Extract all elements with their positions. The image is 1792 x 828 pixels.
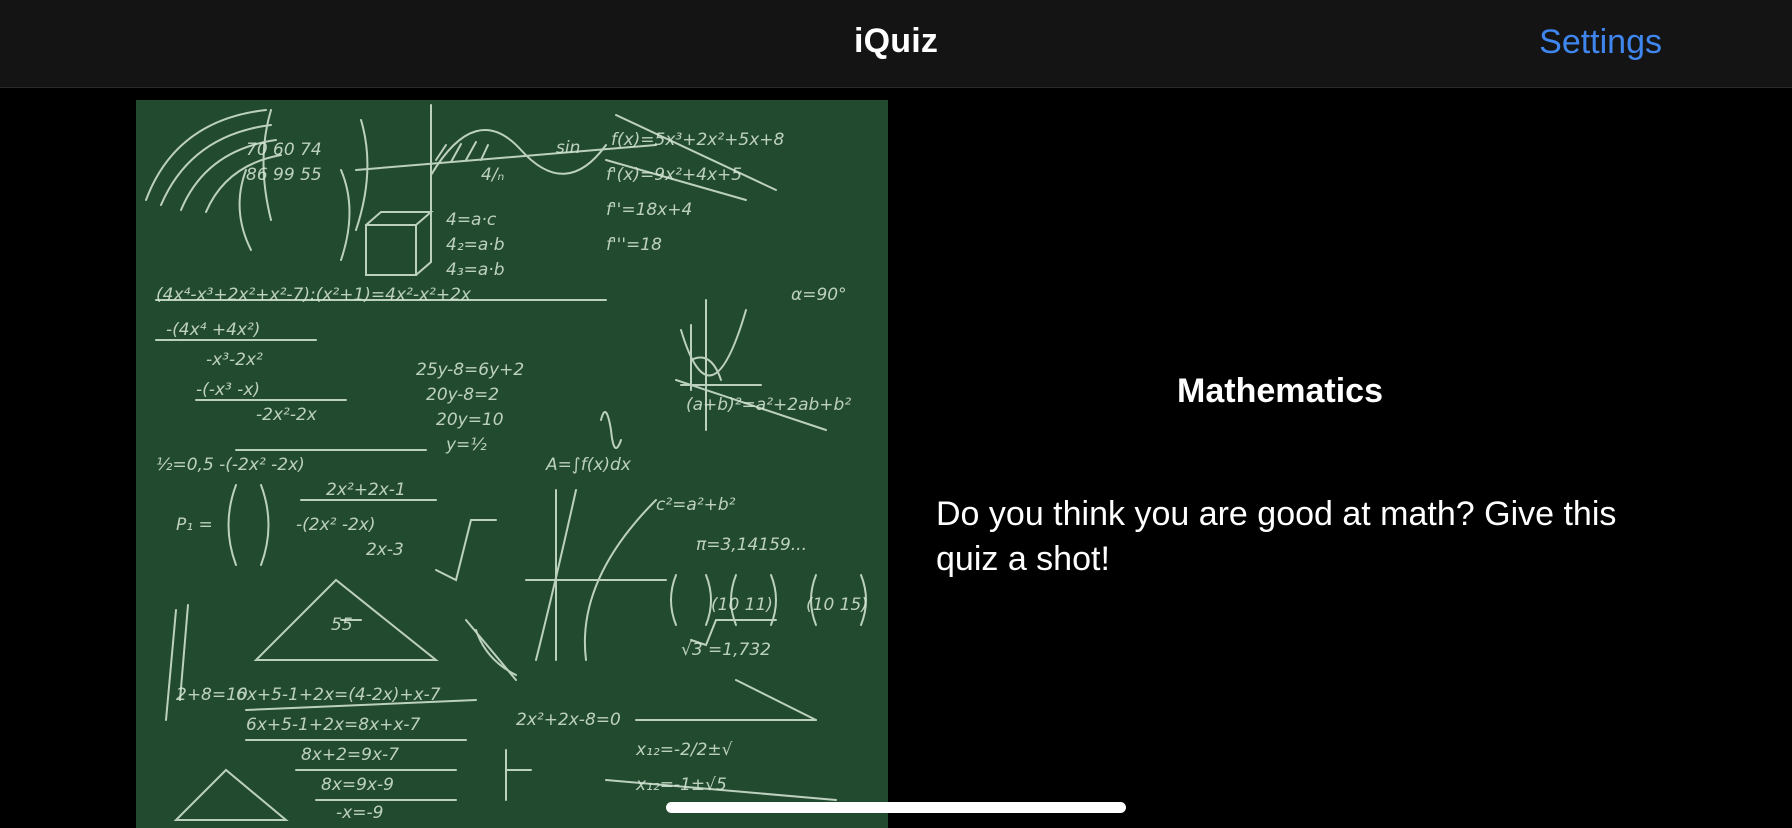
svg-text:y=½: y=½ bbox=[445, 435, 487, 455]
svg-text:6x+5-1+2x=8x+x-7: 6x+5-1+2x=8x+x-7 bbox=[246, 715, 421, 735]
home-indicator[interactable] bbox=[666, 802, 1126, 813]
svg-text:4=a·c: 4=a·c bbox=[446, 210, 497, 230]
svg-text:4/ₙ: 4/ₙ bbox=[481, 165, 505, 185]
navigation-bar: iQuiz Settings bbox=[0, 0, 1792, 88]
settings-button[interactable]: Settings bbox=[1539, 23, 1662, 62]
quiz-description: Do you think you are good at math? Give … bbox=[936, 495, 1617, 578]
svg-text:x₁₂=-2/2±√: x₁₂=-2/2±√ bbox=[635, 740, 733, 760]
svg-text:x₁₂=-1±√5: x₁₂=-1±√5 bbox=[635, 775, 727, 795]
svg-text:½=0,5 -(-2x² -2x): ½=0,5 -(-2x² -2x) bbox=[156, 455, 305, 475]
svg-text:25y-8=6y+2: 25y-8=6y+2 bbox=[416, 360, 524, 380]
svg-text:f'(x)=9x²+4x+5: f'(x)=9x²+4x+5 bbox=[606, 165, 742, 185]
quiz-detail-screen: iQuiz Settings sin f(x)=5x³+2x²+5x+8 f'(… bbox=[0, 0, 1792, 828]
svg-text:2+8=10: 2+8=10 bbox=[176, 685, 248, 705]
svg-text:π=3,14159...: π=3,14159... bbox=[696, 535, 807, 555]
svg-text:c²=a²+b²: c²=a²+b² bbox=[656, 495, 736, 515]
svg-text:√3 =1,732: √3 =1,732 bbox=[681, 640, 771, 660]
svg-text:f''=18x+4: f''=18x+4 bbox=[606, 200, 692, 220]
svg-text:2x-3: 2x-3 bbox=[366, 540, 404, 560]
svg-text:P₁ =: P₁ = bbox=[176, 515, 213, 535]
svg-text:2x²+2x-8=0: 2x²+2x-8=0 bbox=[516, 710, 621, 730]
svg-text:-(4x⁴ +4x²): -(4x⁴ +4x²) bbox=[166, 320, 260, 340]
svg-text:4₂=a·b: 4₂=a·b bbox=[446, 235, 505, 255]
svg-text:(a+b)²=a²+2ab+b²: (a+b)²=a²+2ab+b² bbox=[686, 395, 851, 415]
svg-text:8x=9x-9: 8x=9x-9 bbox=[321, 775, 394, 795]
svg-text:-x=-9: -x=-9 bbox=[336, 803, 383, 823]
svg-text:f(x)=5x³+2x²+5x+8: f(x)=5x³+2x²+5x+8 bbox=[611, 130, 785, 150]
svg-text:4₃=a·b: 4₃=a·b bbox=[446, 260, 505, 280]
quiz-title: Mathematics bbox=[1177, 372, 1383, 410]
svg-text:(4x⁴-x³+2x²+x²-7):(x²+1)=4x²-x: (4x⁴-x³+2x²+x²-7):(x²+1)=4x²-x²+2x bbox=[156, 285, 472, 305]
svg-text:55: 55 bbox=[331, 615, 353, 635]
svg-text:A=∫f(x)dx: A=∫f(x)dx bbox=[545, 455, 632, 475]
svg-text:8x+2=9x-7: 8x+2=9x-7 bbox=[301, 745, 399, 765]
svg-text:70 60 74: 70 60 74 bbox=[246, 140, 322, 160]
svg-text:f'''=18: f'''=18 bbox=[606, 235, 662, 255]
svg-text:-(2x² -2x): -(2x² -2x) bbox=[296, 515, 376, 535]
svg-text:(10 15): (10 15) bbox=[806, 595, 868, 615]
svg-text:20y=10: 20y=10 bbox=[436, 410, 504, 430]
chalkboard-drawing: sin f(x)=5x³+2x²+5x+8 f'(x)=9x²+4x+5 f''… bbox=[145, 104, 868, 823]
math-chalkboard-image: sin f(x)=5x³+2x²+5x+8 f'(x)=9x²+4x+5 f''… bbox=[136, 100, 888, 828]
svg-text:(10 11): (10 11) bbox=[711, 595, 773, 615]
nav-title: iQuiz bbox=[853, 22, 939, 60]
svg-text:sin: sin bbox=[556, 138, 580, 158]
svg-text:-x³-2x²: -x³-2x² bbox=[206, 350, 263, 370]
svg-text:86 99 55: 86 99 55 bbox=[246, 165, 322, 185]
svg-text:-(-x³ -x): -(-x³ -x) bbox=[196, 380, 260, 400]
svg-text:20y-8=2: 20y-8=2 bbox=[426, 385, 499, 405]
svg-text:6x+5-1+2x=(4-2x)+x-7: 6x+5-1+2x=(4-2x)+x-7 bbox=[236, 685, 441, 705]
svg-text:2x²+2x-1: 2x²+2x-1 bbox=[326, 480, 406, 500]
svg-text:α=90°: α=90° bbox=[791, 285, 847, 305]
svg-text:-2x²-2x: -2x²-2x bbox=[256, 405, 318, 425]
